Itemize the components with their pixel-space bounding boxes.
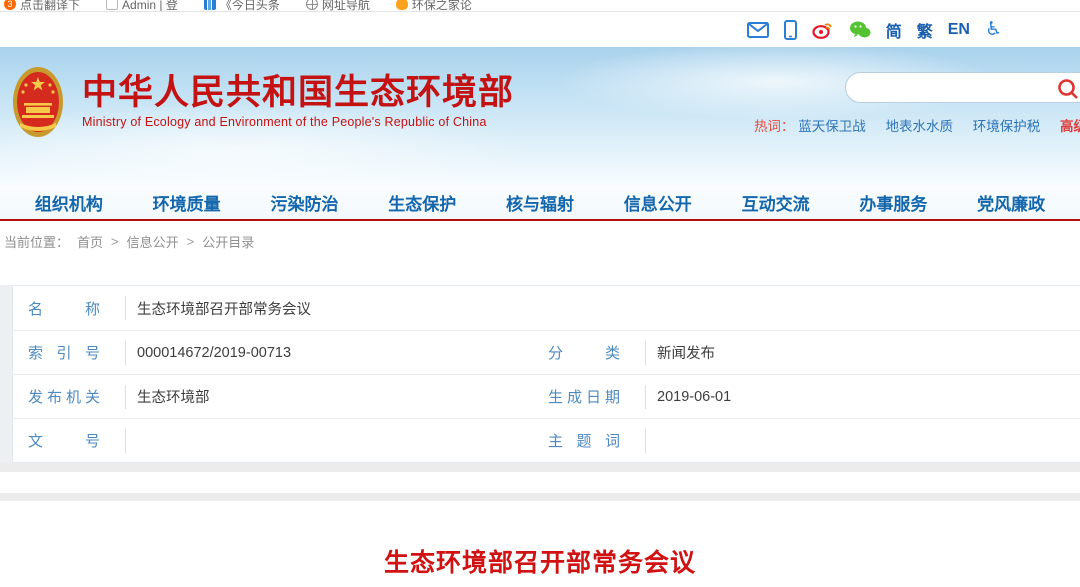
nav-item-info-disclosure[interactable]: 信息公开 — [599, 190, 717, 215]
nav-item-env-quality[interactable]: 环境质量 — [128, 190, 246, 215]
hot-words-label: 热词： — [754, 119, 795, 134]
nav-item-organization[interactable]: 组织机构 — [10, 190, 128, 215]
bookmark-label: Admin | 登 — [122, 0, 178, 12]
bookmark-favicon-icon — [306, 0, 318, 10]
nav-item-pollution-control[interactable]: 污染防治 — [246, 190, 364, 215]
national-emblem-logo — [12, 65, 64, 139]
lang-traditional-button[interactable]: 繁 — [917, 18, 933, 42]
field-value-name: 生态环境部召开部常务会议 — [137, 298, 311, 319]
main-nav: 组织机构 环境质量 污染防治 生态保护 核与辐射 信息公开 互动交流 办事服务 … — [0, 185, 1080, 221]
site-title: 中华人民共和国生态环境部 — [82, 75, 514, 112]
table-row: 索引号 000014672/2019-00713 分类 新闻发布 — [13, 330, 1080, 374]
bookmark-label: 环保之家论 — [412, 0, 472, 12]
lang-simplified-button[interactable]: 简 — [886, 18, 902, 42]
field-value-issuing-agency: 生态环境部 — [137, 386, 210, 407]
breadcrumb-catalog-link[interactable]: 公开目录 — [202, 232, 254, 251]
breadcrumb-label: 当前位置： — [4, 232, 69, 251]
weibo-icon[interactable] — [812, 20, 834, 39]
hot-word-link[interactable]: 蓝天保卫战 — [798, 119, 866, 134]
field-label-keywords: 主题词 — [548, 430, 620, 451]
nav-item-nuclear-radiation[interactable]: 核与辐射 — [481, 190, 599, 215]
field-label-index-number: 索引号 — [28, 342, 100, 363]
document-meta-table: 名称 生态环境部召开部常务会议 索引号 000014672/2019-00713… — [12, 285, 1080, 463]
divider — [125, 296, 126, 320]
table-row: 文号 主题词 — [13, 418, 1080, 462]
field-label-doc-number: 文号 — [28, 430, 100, 451]
mobile-icon[interactable] — [784, 20, 797, 40]
divider — [125, 429, 126, 453]
field-value-date: 2019-06-01 — [657, 389, 731, 405]
divider — [645, 429, 646, 453]
site-banner: 中华人民共和国生态环境部 Ministry of Ecology and Env… — [0, 47, 1080, 185]
hot-word-link[interactable]: 环境保护税 — [973, 119, 1041, 134]
article-title: 生态环境部召开部常务会议 — [0, 501, 1080, 579]
mail-icon[interactable] — [747, 22, 769, 38]
nav-item-services[interactable]: 办事服务 — [834, 190, 952, 215]
lang-english-button[interactable]: EN — [948, 21, 970, 39]
search-input[interactable] — [862, 80, 1069, 95]
nav-item-party-conduct[interactable]: 党风廉政 — [952, 190, 1070, 215]
divider — [125, 341, 126, 365]
site-brand[interactable]: 中华人民共和国生态环境部 Ministry of Ecology and Env… — [12, 65, 514, 139]
top-utility-strip: 简 繁 EN ♿ — [0, 12, 1080, 47]
document-meta-card-outer: 名称 生态环境部召开部常务会议 索引号 000014672/2019-00713… — [0, 285, 1080, 463]
divider — [125, 385, 126, 409]
bookmark-favicon-icon: 3 — [4, 0, 16, 10]
bookmark-item[interactable]: 《今日头条 — [204, 0, 280, 12]
divider — [645, 385, 646, 409]
section-divider — [0, 463, 1080, 472]
bookmark-favicon-icon — [204, 0, 216, 10]
bookmark-item[interactable]: Admin | 登 — [106, 0, 178, 12]
field-label-category: 分类 — [548, 342, 620, 363]
browser-bookmarks-bar: 3 点击翻译下 Admin | 登 《今日头条 网址导航 环保之家论 — [0, 0, 1080, 12]
table-row: 名称 生态环境部召开部常务会议 — [13, 286, 1080, 330]
bookmark-label: 《今日头条 — [220, 0, 280, 12]
article-section: 生态环境部召开部常务会议 — [0, 501, 1080, 583]
nav-item-eco-protection[interactable]: 生态保护 — [363, 190, 481, 215]
hot-words-row: 热词： 蓝天保卫战 地表水水质 环境保护税 高级检索 — [754, 115, 1080, 135]
field-value-category: 新闻发布 — [657, 342, 715, 363]
site-subtitle: Ministry of Ecology and Environment of t… — [82, 115, 514, 129]
wechat-icon[interactable] — [849, 20, 871, 39]
advanced-search-link[interactable]: 高级检索 — [1060, 119, 1080, 134]
breadcrumb-separator: > — [187, 234, 195, 249]
bookmark-label: 点击翻译下 — [20, 0, 80, 12]
bookmark-label: 网址导航 — [322, 0, 370, 12]
bookmark-favicon-icon — [106, 0, 118, 10]
search-box[interactable] — [845, 72, 1080, 103]
hot-word-link[interactable]: 地表水水质 — [885, 119, 953, 134]
search-icon[interactable] — [1057, 78, 1079, 100]
nav-item-interaction[interactable]: 互动交流 — [717, 190, 835, 215]
bookmark-favicon-icon — [396, 0, 408, 10]
field-label-name: 名称 — [28, 298, 100, 319]
field-value-index-number: 000014672/2019-00713 — [137, 345, 291, 361]
breadcrumb-info-link[interactable]: 信息公开 — [127, 232, 179, 251]
accessibility-icon[interactable]: ♿ — [985, 20, 1002, 39]
field-label-date: 生成日期 — [548, 386, 620, 407]
table-row: 发布机关 生态环境部 生成日期 2019-06-01 — [13, 374, 1080, 418]
bookmark-item[interactable]: 网址导航 — [306, 0, 370, 12]
breadcrumb: 当前位置： 首页 > 信息公开 > 公开目录 — [0, 221, 1080, 262]
bookmark-item[interactable]: 环保之家论 — [396, 0, 472, 12]
breadcrumb-separator: > — [111, 234, 119, 249]
breadcrumb-home-link[interactable]: 首页 — [77, 232, 103, 251]
bookmark-item[interactable]: 3 点击翻译下 — [4, 0, 80, 12]
section-divider — [0, 493, 1080, 501]
field-label-issuing-agency: 发布机关 — [28, 386, 100, 407]
divider — [645, 341, 646, 365]
